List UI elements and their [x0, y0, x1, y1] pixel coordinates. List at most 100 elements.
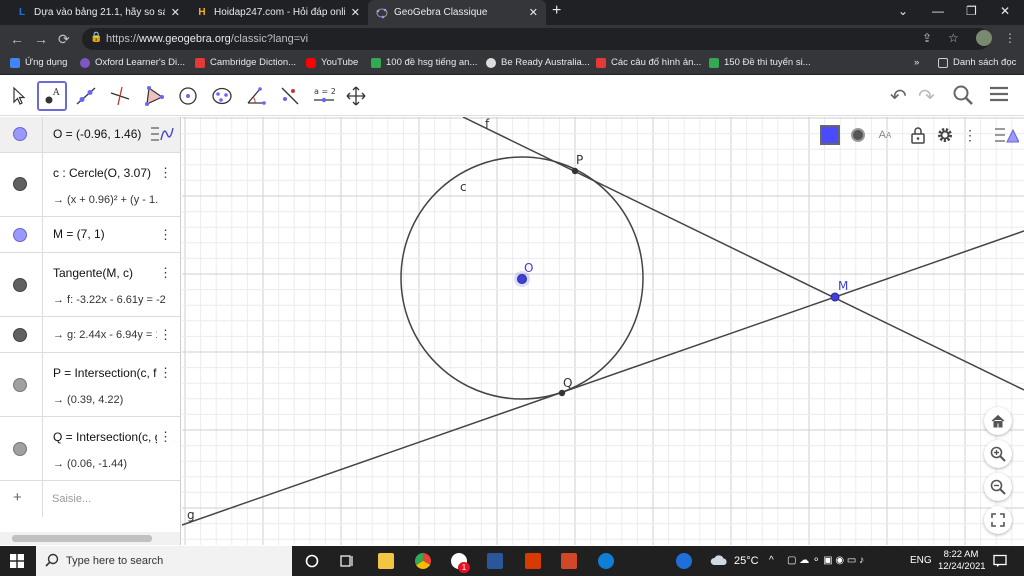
circle-tool-icon[interactable] [173, 81, 203, 111]
share-icon[interactable]: ⇪ [922, 31, 932, 45]
edge-icon[interactable] [598, 553, 614, 569]
more-icon[interactable]: ⋮ [157, 327, 174, 343]
scrollbar-thumb[interactable] [12, 535, 152, 542]
algebra-definition[interactable]: P = Intersection(c, f, 1 [53, 366, 170, 380]
undo-icon[interactable]: ↶ [890, 84, 907, 109]
graphics-view[interactable]: c O P Q M f g AA ⋮ [182, 117, 1024, 545]
home-button[interactable] [984, 407, 1012, 435]
settings-button[interactable] [933, 121, 957, 149]
bookmark-150de[interactable]: 150 Đề thi tuyển si... [709, 57, 811, 68]
point-style-button[interactable] [846, 121, 870, 149]
weather-temp[interactable]: 25°C [734, 555, 759, 567]
polygon-tool-icon[interactable] [139, 81, 169, 111]
perpendicular-tool-icon[interactable] [105, 81, 135, 111]
visibility-toggle[interactable] [13, 127, 27, 141]
forward-icon[interactable]: → [34, 31, 48, 47]
algebra-row-O[interactable]: O = (-0.96, 1.46) [0, 117, 180, 153]
more-icon[interactable]: ⋮ [157, 165, 174, 181]
back-icon[interactable]: ← [10, 31, 24, 47]
visibility-toggle[interactable] [13, 278, 27, 292]
clock[interactable]: 8:22 AM 12/24/2021 [938, 549, 986, 573]
chevron-up-icon[interactable]: ^ [769, 555, 774, 566]
point-M[interactable] [830, 292, 840, 302]
algebra-definition[interactable]: c : Cercle(O, 3.07) [53, 166, 151, 180]
algebra-row-M[interactable]: M = (7, 1) ⋮ [0, 217, 180, 253]
more-icon[interactable]: ⋮ [157, 365, 174, 381]
algebra-definition[interactable]: O = (-0.96, 1.46) [53, 127, 141, 141]
ellipse-tool-icon[interactable] [207, 81, 237, 111]
algebra-input[interactable]: Saisie... [52, 493, 91, 505]
reload-icon[interactable]: ⟳ [58, 31, 70, 48]
task-view-icon[interactable] [340, 554, 354, 573]
close-window-icon[interactable]: ✕ [1000, 4, 1010, 18]
algebra-definition[interactable]: Tangente(M, c) [53, 266, 133, 280]
redo-icon[interactable]: ↷ [918, 84, 935, 109]
bookmark-cauddo[interactable]: Các câu đố hình ản... [596, 57, 701, 68]
label-style-button[interactable]: AA [872, 121, 898, 149]
line-tool-icon[interactable] [71, 81, 101, 111]
graphics-style-toggle[interactable] [992, 121, 1020, 149]
cortana-icon[interactable] [305, 554, 319, 573]
point-P[interactable] [571, 167, 579, 175]
more-icon[interactable]: ⋮ [157, 429, 174, 445]
star-icon[interactable]: ☆ [948, 31, 959, 45]
zoom-out-button[interactable] [984, 473, 1012, 501]
help-icon[interactable] [676, 553, 692, 569]
tray-icons[interactable]: ▢ ☁ ⚬ ▣ ◉ ▭ ♪ [787, 555, 864, 566]
bookmark-apps[interactable]: Ứng dụng [10, 57, 67, 68]
algebra-input-row[interactable]: + Saisie... [0, 481, 180, 517]
tab-1[interactable]: L Dựa vào bảng 21.1, hãy so sánh c ✕ [8, 0, 188, 25]
tangent-line-f[interactable] [462, 117, 1024, 391]
app-icon[interactable] [525, 553, 541, 569]
algebra-row-P[interactable]: P = Intersection(c, f, 1 → (0.39, 4.22) … [0, 353, 180, 417]
visibility-toggle[interactable] [13, 378, 27, 392]
lock-button[interactable] [906, 121, 930, 149]
bookmark-youtube[interactable]: YouTube [306, 57, 358, 68]
bookmark-cambridge[interactable]: Cambridge Diction... [195, 57, 296, 68]
reflect-tool-icon[interactable] [275, 81, 305, 111]
move-tool-icon[interactable] [4, 81, 34, 111]
move-graphics-icon[interactable] [341, 81, 371, 111]
taskbar-search[interactable]: Type here to search [36, 546, 292, 576]
reading-list[interactable]: Danh sách đọc [938, 57, 1016, 68]
visibility-toggle[interactable] [13, 228, 27, 242]
algebra-row-g[interactable]: → g: 2.44x - 6.94y = 10 ⋮ [0, 317, 180, 353]
tab-2[interactable]: H Hoidap247.com - Hỏi đáp online ✕ [188, 0, 368, 25]
bookmark-beready[interactable]: Be Ready Australia... [486, 57, 590, 68]
angle-tool-icon[interactable] [241, 81, 271, 111]
plus-icon[interactable]: + [13, 489, 22, 506]
more-icon[interactable]: ⋮ [157, 227, 174, 243]
point-Q[interactable] [558, 389, 566, 397]
taskbar-search-input[interactable]: Type here to search [66, 555, 163, 567]
close-icon[interactable]: ✕ [351, 6, 360, 19]
url-field[interactable]: 🔒 https://www.geogebra.org/classic?lang=… [82, 28, 990, 50]
more-icon[interactable]: ⋮ [157, 265, 174, 281]
point-tool-icon[interactable]: A [37, 81, 67, 111]
menu-icon[interactable] [988, 84, 1010, 110]
fullscreen-button[interactable] [984, 506, 1012, 534]
bookmark-oxford[interactable]: Oxford Learner's Di... [80, 57, 185, 68]
tangent-line-g[interactable] [182, 230, 1024, 526]
minimize-icon[interactable]: — [932, 4, 944, 18]
visibility-toggle[interactable] [13, 177, 27, 191]
chrome-icon[interactable] [415, 553, 431, 569]
language-indicator[interactable]: ENG [910, 555, 932, 566]
notification-icon[interactable] [993, 554, 1007, 573]
zoom-in-button[interactable] [984, 440, 1012, 468]
color-button[interactable] [818, 121, 842, 149]
chevron-down-icon[interactable]: ⌄ [898, 4, 908, 18]
slider-tool-icon[interactable]: a = 2 [309, 81, 339, 111]
horizontal-scrollbar[interactable] [0, 532, 180, 545]
close-icon[interactable]: ✕ [529, 6, 538, 19]
windows-start-icon[interactable] [10, 554, 24, 573]
search-icon[interactable] [952, 84, 974, 112]
new-tab-icon[interactable]: + [552, 2, 561, 20]
close-icon[interactable]: ✕ [171, 6, 180, 19]
point-O[interactable] [517, 274, 527, 284]
algebra-row-c[interactable]: c : Cercle(O, 3.07) → (x + 0.96)² + (y -… [0, 153, 180, 217]
bookmarks-more[interactable]: » [914, 57, 919, 68]
algebra-definition[interactable]: M = (7, 1) [53, 227, 105, 241]
more-icon[interactable]: ⋮ [1004, 31, 1016, 45]
graphics-canvas[interactable]: c O P Q M f g [182, 117, 1024, 545]
algebra-row-Q[interactable]: Q = Intersection(c, g, 1 → (0.06, -1.44)… [0, 417, 180, 481]
